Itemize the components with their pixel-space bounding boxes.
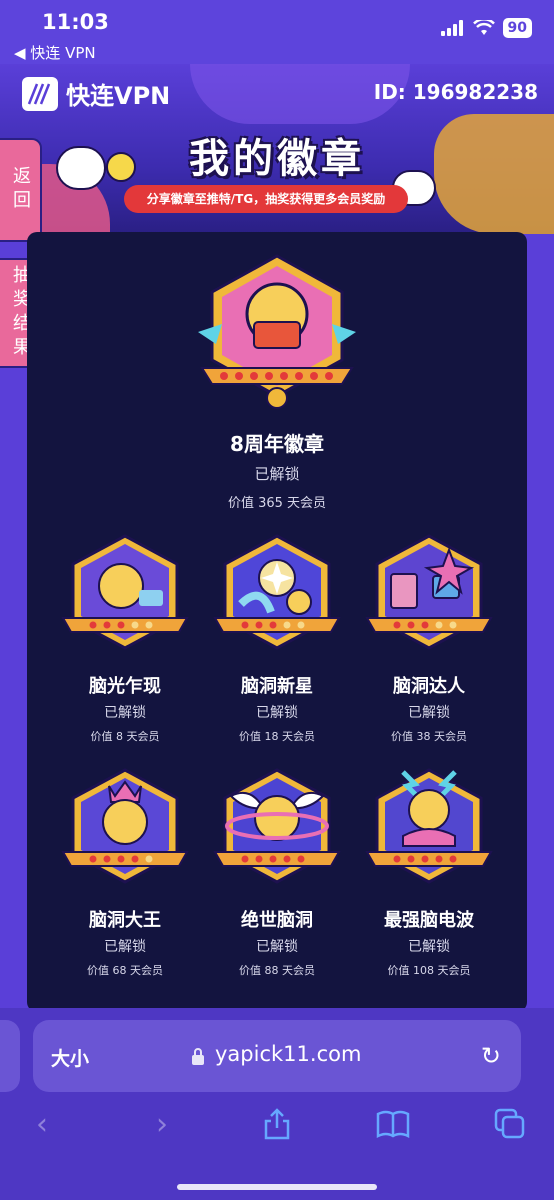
badge-brainwave-icon (365, 768, 493, 884)
badge-brain-master-icon (365, 534, 493, 650)
browser-nav: ‹ › (0, 1104, 554, 1160)
badge-value: 价值 68 天会员 (87, 964, 163, 977)
back-to-app-link[interactable]: ◀ 快连 VPN (14, 42, 96, 63)
user-id: ID: 196982238 (374, 80, 538, 104)
battery-indicator: 90 (502, 18, 532, 38)
status-bar: 11:03 ◀ 快连 VPN 90 (0, 0, 554, 64)
previous-tab-peek[interactable] (0, 1020, 20, 1092)
user-id-text: ID: 196982238 (373, 80, 538, 104)
badge-card[interactable]: 脑洞大王 已解锁 价值 68 天会员 (50, 766, 200, 978)
badge-name: 脑洞新星 (241, 676, 313, 697)
back-button[interactable]: 返回 (0, 138, 42, 242)
address-bar[interactable]: 大小 yapick11.com ↻ (33, 1020, 521, 1092)
back-arrow-icon[interactable]: ‹ (22, 1104, 62, 1144)
badge-brain-star-icon (213, 534, 341, 650)
status-icons: 90 (440, 18, 532, 38)
tabs-icon[interactable] (490, 1104, 530, 1144)
url-text[interactable]: yapick11.com (215, 1042, 361, 1066)
browser-toolbar: 大小 yapick11.com ↻ ‹ › (0, 1008, 554, 1200)
badge-status: 已解锁 (256, 939, 298, 955)
bookmarks-icon[interactable] (373, 1104, 413, 1144)
header-banner: 快连VPN ID: 196982238 我的徽章 分享徽章至推特/TG，抽奖获得… (0, 64, 554, 234)
badge-brain-king-icon (61, 768, 189, 884)
forward-arrow-icon[interactable]: › (142, 1104, 182, 1144)
signal-icon (440, 20, 463, 36)
app-logo: 快连VPN (22, 76, 170, 111)
badge-value: 价值 365 天会员 (227, 496, 327, 511)
logo-icon (22, 76, 58, 111)
badge-winged-brain-icon (213, 768, 341, 884)
badge-card[interactable]: 8周年徽章 已解锁 价值 365 天会员 (27, 252, 527, 511)
badge-card[interactable]: 脑洞新星 已解锁 价值 18 天会员 (202, 532, 352, 744)
badge-status: 已解锁 (104, 705, 146, 721)
badge-status: 已解锁 (408, 705, 450, 721)
logo-text: 快连VPN (66, 82, 171, 110)
badge-value: 价值 108 天会员 (387, 964, 471, 977)
badge-anniversary-icon (198, 254, 356, 409)
status-time: 11:03 (42, 10, 109, 34)
page-title: 我的徽章 (189, 136, 365, 182)
badge-value: 价值 88 天会员 (239, 964, 315, 977)
badges-panel: 8周年徽章 已解锁 价值 365 天会员 脑光乍现 已解锁 价值 8 天会员 脑… (27, 232, 527, 1012)
share-icon[interactable] (257, 1104, 297, 1144)
home-indicator (177, 1184, 377, 1190)
badge-name: 绝世脑洞 (241, 910, 313, 931)
wifi-icon (472, 20, 495, 35)
badge-name: 最强脑电波 (384, 910, 474, 931)
badge-card[interactable]: 绝世脑洞 已解锁 价值 88 天会员 (202, 766, 352, 978)
badge-brain-flash-icon (61, 534, 189, 650)
badge-name: 脑洞达人 (393, 676, 465, 697)
lock-icon (192, 1048, 204, 1065)
badge-name: 脑光乍现 (89, 676, 161, 697)
badge-name: 脑洞大王 (89, 910, 161, 931)
badge-card[interactable]: 脑洞达人 已解锁 价值 38 天会员 (354, 532, 504, 744)
badge-card[interactable]: 最强脑电波 已解锁 价值 108 天会员 (354, 766, 504, 978)
badge-status: 已解锁 (408, 939, 450, 955)
badge-value: 价值 18 天会员 (239, 730, 315, 743)
badge-status: 已解锁 (256, 705, 298, 721)
badge-card[interactable]: 脑光乍现 已解锁 价值 8 天会员 (50, 532, 200, 744)
page-subtitle: 分享徽章至推特/TG，抽奖获得更多会员奖励 (124, 185, 408, 213)
badge-status: 已解锁 (104, 939, 146, 955)
reload-icon[interactable]: ↻ (481, 1042, 501, 1070)
badge-value: 价值 38 天会员 (391, 730, 467, 743)
badge-name: 8周年徽章 (230, 432, 324, 456)
badge-status: 已解锁 (254, 465, 300, 483)
text-size-button[interactable]: 大小 (51, 1044, 89, 1071)
badge-value: 价值 8 天会员 (90, 730, 160, 743)
